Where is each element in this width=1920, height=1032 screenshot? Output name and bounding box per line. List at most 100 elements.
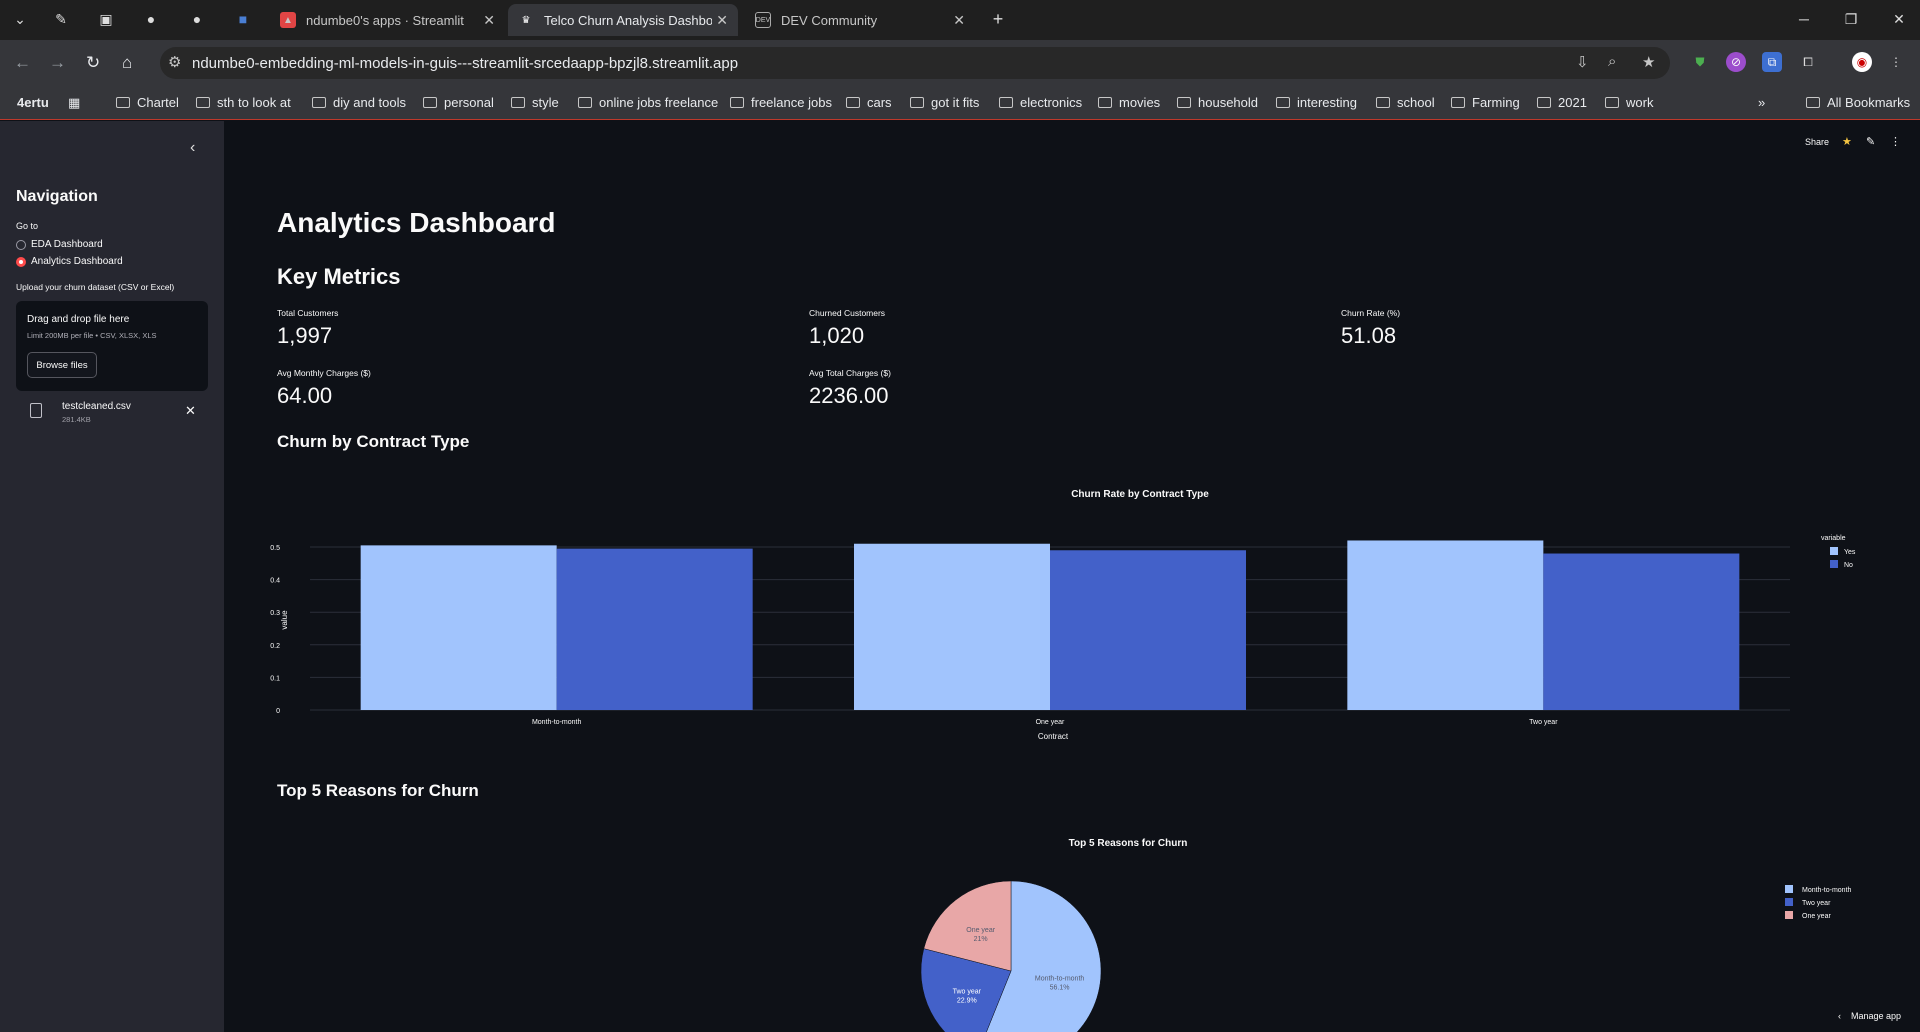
file-dropzone[interactable]: Drag and drop file here Limit 200MB per …	[16, 301, 208, 391]
bookmark-folder[interactable]: electronics	[999, 95, 1082, 110]
collapse-sidebar-icon[interactable]: ‹	[190, 139, 195, 157]
x-tick-label: Two year	[1529, 719, 1558, 726]
install-app-icon[interactable]: ⇩	[1576, 53, 1589, 71]
folder-icon	[1276, 97, 1290, 108]
site-info-icon[interactable]: ⚙	[168, 53, 181, 71]
bookmark-folder[interactable]: sth to look at	[196, 95, 291, 110]
upload-label: Upload your churn dataset (CSV or Excel)	[16, 282, 175, 292]
key-metrics-heading: Key Metrics	[277, 264, 401, 289]
tab-streamlit-apps[interactable]: ▲ ndumbe0's apps · Streamlit ✕	[270, 4, 505, 36]
profile-avatar[interactable]: ◉	[1852, 52, 1872, 72]
metric-label: Churn Rate (%)	[1341, 308, 1401, 318]
github-icon[interactable]: ●	[188, 10, 206, 28]
bookmark-folder[interactable]: style	[511, 95, 559, 110]
metric-value: 1,020	[809, 323, 865, 348]
share-button[interactable]: Share	[1805, 137, 1829, 147]
edit-icon[interactable]: ✎	[1866, 135, 1875, 148]
radio-eda-dashboard[interactable]: EDA Dashboard	[16, 239, 103, 250]
tab-search-icon[interactable]: ⌄	[11, 10, 29, 28]
star-icon[interactable]: ★	[1842, 135, 1852, 148]
bookmark-folder[interactable]: personal	[423, 95, 494, 110]
radio-checked-icon	[16, 256, 26, 267]
close-tab-icon[interactable]: ✕	[953, 12, 965, 29]
y-tick-label: 0.2	[270, 643, 280, 650]
bookmark-folder[interactable]: Farming	[1451, 95, 1520, 110]
bookmark-folder[interactable]: interesting	[1276, 95, 1357, 110]
metric-value: 51.08	[1341, 323, 1397, 348]
reload-icon[interactable]: ↻	[86, 53, 100, 73]
bookmark-folder[interactable]: freelance jobs	[730, 95, 832, 110]
outlook-icon[interactable]: ■	[234, 10, 252, 28]
legend-label: One year	[1802, 913, 1831, 920]
bookmark-folder[interactable]: diy and tools	[312, 95, 406, 110]
browse-files-button[interactable]: Browse files	[27, 352, 97, 378]
y-axis-label: value	[280, 610, 289, 630]
bookmark-folder[interactable]: cars	[846, 95, 892, 110]
new-tab-icon[interactable]: +	[989, 9, 1007, 29]
bookmark-folder[interactable]: 2021	[1537, 95, 1587, 110]
extension-icon[interactable]: ⊘	[1726, 52, 1746, 72]
browser-tab-bar: ⌄ ✎ ▣ ● ● ■ ▲ ndumbe0's apps · Streamlit…	[0, 0, 1920, 40]
forward-icon[interactable]: →	[49, 53, 66, 73]
page-title: Analytics Dashboard	[277, 207, 556, 238]
bookmark-folder[interactable]: work	[1605, 95, 1653, 110]
folder-icon	[1376, 97, 1390, 108]
address-bar[interactable]: ndumbe0-embedding-ml-models-in-guis---st…	[160, 47, 1670, 79]
bookmark-folder[interactable]: Chartel	[116, 95, 179, 110]
metric-label: Churned Customers	[809, 308, 886, 318]
close-tab-icon[interactable]: ✕	[716, 12, 728, 29]
bookmark-folder[interactable]: online jobs freelance	[578, 95, 718, 110]
more-bookmarks-icon[interactable]: »	[1758, 95, 1765, 110]
folder-icon	[1537, 97, 1551, 108]
legend-label: Yes	[1844, 549, 1856, 556]
radio-unchecked-icon	[16, 239, 26, 250]
github-icon[interactable]: ●	[142, 10, 160, 28]
home-icon[interactable]: ⌂	[122, 53, 132, 73]
chevron-left-icon: ‹	[1838, 1011, 1841, 1021]
app-menu-icon[interactable]: ⋮	[1890, 135, 1901, 148]
back-icon[interactable]: ←	[14, 53, 31, 73]
y-tick-label: 0	[276, 708, 280, 715]
browser-menu-icon[interactable]: ⋮	[1886, 52, 1906, 72]
radio-analytics-dashboard[interactable]: Analytics Dashboard	[16, 256, 123, 267]
remove-file-icon[interactable]: ✕	[185, 403, 196, 419]
close-window-icon[interactable]: ✕	[1890, 10, 1908, 28]
pinned-tab-icon[interactable]: ▣	[97, 10, 115, 28]
all-bookmarks[interactable]: All Bookmarks	[1806, 95, 1910, 110]
folder-icon	[511, 97, 525, 108]
file-size: 281.4KB	[62, 415, 91, 424]
bookmark-folder[interactable]: movies	[1098, 95, 1160, 110]
bookmark-folder[interactable]: household	[1177, 95, 1258, 110]
tab-telco-dashboard[interactable]: ♛ Telco Churn Analysis Dashboard ✕	[508, 4, 738, 36]
folder-icon	[1605, 97, 1619, 108]
bookmark-star-icon[interactable]: ★	[1642, 53, 1655, 71]
zoom-icon[interactable]: ⌕	[1608, 53, 1616, 70]
extensions-puzzle-icon[interactable]: ⧠	[1798, 52, 1818, 72]
apps-grid-icon[interactable]: ▦	[68, 95, 80, 111]
legend-label: No	[1844, 562, 1853, 569]
pinned-tab-icon[interactable]: ✎	[52, 10, 70, 28]
bookmark-folder[interactable]: got it fits	[910, 95, 979, 110]
contract-heading: Churn by Contract Type	[277, 432, 470, 451]
restore-icon[interactable]: ❐	[1842, 10, 1860, 28]
manage-app-button[interactable]: ‹ Manage app	[1838, 1011, 1901, 1021]
top-reasons-chart: Top 5 Reasons for ChurnMonth-to-month 56.…	[920, 838, 1852, 1032]
extension-icon[interactable]: ⧉	[1762, 52, 1782, 72]
dropzone-title: Drag and drop file here	[27, 314, 130, 325]
bookmark-folder[interactable]: school	[1376, 95, 1435, 110]
minimize-icon[interactable]: ─	[1795, 10, 1813, 28]
profile-label[interactable]: 4ertu	[17, 95, 49, 110]
close-tab-icon[interactable]: ✕	[483, 12, 495, 29]
x-axis-label: Contract	[1038, 732, 1069, 741]
dev-favicon-icon: DEV	[755, 12, 771, 28]
tab-dev-community[interactable]: DEV DEV Community ✕	[745, 4, 975, 36]
legend-swatch	[1785, 885, 1793, 893]
shield-extension-icon[interactable]: ⛊	[1690, 52, 1710, 72]
bar-yes	[854, 543, 1050, 710]
folder-icon	[196, 97, 210, 108]
x-tick-label: One year	[1036, 719, 1065, 726]
folder-icon	[312, 97, 326, 108]
y-tick-label: 0.3	[270, 610, 280, 617]
legend-swatch	[1830, 560, 1838, 568]
chart-title: Churn Rate by Contract Type	[1071, 489, 1209, 500]
